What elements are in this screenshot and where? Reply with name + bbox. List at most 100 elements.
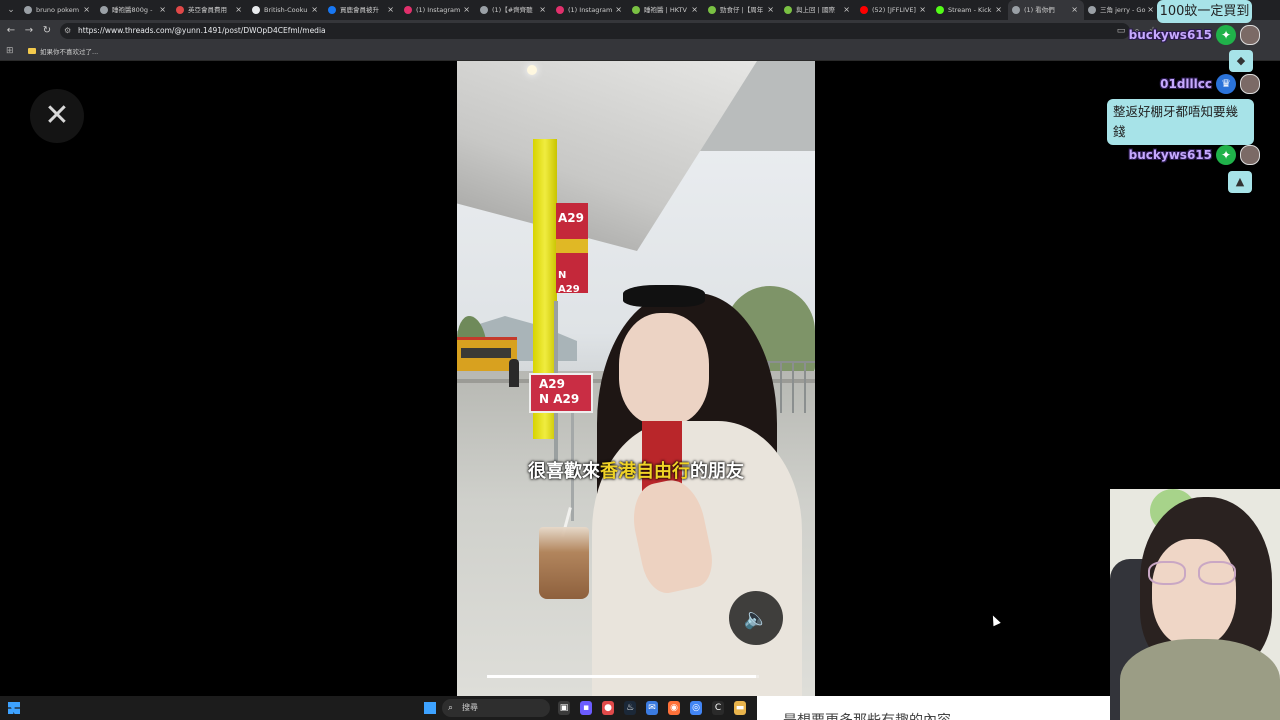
browser-tab[interactable]: (1) 看你們 ×	[1008, 0, 1084, 20]
tab-close-icon[interactable]: ×	[919, 0, 926, 20]
tab-close-icon[interactable]: ×	[159, 0, 166, 20]
tab-close-icon[interactable]: ×	[311, 0, 318, 20]
windows-start-icon[interactable]	[8, 702, 20, 714]
crown-badge-icon: ♛	[1216, 74, 1236, 94]
folder-icon	[28, 48, 36, 54]
browser-tab[interactable]: 睡袍醬 | HKTV ×	[628, 0, 704, 20]
tab-close-icon[interactable]: ×	[1071, 0, 1078, 20]
video-scene-drink-cup	[539, 527, 589, 599]
reload-icon[interactable]: ↻	[40, 24, 54, 38]
browser-tab[interactable]: (1) Instagram ×	[552, 0, 628, 20]
close-icon[interactable]: ✕	[30, 89, 84, 143]
tab-favicon-icon	[632, 6, 640, 14]
cast-icon[interactable]: ▭	[1114, 24, 1128, 38]
tab-title: 睡袍醬 | HKTV	[644, 6, 687, 14]
chat-user-row: buckyws615 ✦	[1128, 25, 1260, 45]
sign-route: A29	[539, 377, 565, 391]
tab-title: 英亞會員費用	[188, 6, 227, 14]
tab-close-icon[interactable]: ×	[691, 0, 698, 20]
bookmark-label: 如果你不喜欢过了...	[40, 48, 99, 56]
task-view-icon[interactable]: ▣	[558, 701, 570, 715]
browser-tab[interactable]: (1)【#齊齊聽 ×	[476, 0, 552, 20]
tab-title: 睡袍醬800g -	[112, 6, 153, 14]
tab-favicon-icon	[404, 6, 412, 14]
tab-title: British-Cooku	[264, 6, 308, 14]
browser-toolbar: ← → ↻ ⚙ https://www.threads.com/@yunn.14…	[0, 20, 1280, 42]
video-scene-lamp	[527, 65, 537, 75]
video-caption: 很喜歡來香港自由行的朋友	[457, 457, 815, 483]
tab-search-icon[interactable]: ⌄	[4, 3, 18, 17]
browser-tab[interactable]: 睡袍醬800g - ×	[96, 0, 172, 20]
bus-stop-sign-low: A29 N A29	[529, 373, 593, 413]
url-text[interactable]: https://www.threads.com/@yunn.1491/post/…	[78, 23, 326, 39]
tab-favicon-icon	[252, 6, 260, 14]
windows-start-icon[interactable]	[424, 702, 436, 714]
file-explorer-icon[interactable]: ▬	[734, 701, 746, 715]
tab-favicon-icon	[176, 6, 184, 14]
app-icon[interactable]: C	[712, 701, 724, 715]
video-progress-fill	[487, 675, 757, 678]
taskbar-search[interactable]: ⌕ 搜尋	[442, 699, 550, 717]
tab-title: (1) Instagram	[568, 6, 613, 14]
video-progress-bar[interactable]	[487, 675, 759, 678]
emote-icon: ◆	[1229, 50, 1253, 72]
tab-favicon-icon	[708, 6, 716, 14]
tab-close-icon[interactable]: ×	[615, 0, 622, 20]
mail-icon[interactable]: ✉	[646, 701, 658, 715]
webcam-face	[1152, 539, 1236, 647]
chat-username: 01dlllcc	[1160, 77, 1212, 91]
emote-icon: ▲	[1228, 171, 1252, 193]
steam-icon[interactable]: ♨	[624, 701, 636, 715]
back-icon[interactable]: ←	[4, 24, 18, 38]
tab-close-icon[interactable]: ×	[83, 0, 90, 20]
tab-favicon-icon	[860, 6, 868, 14]
tab-close-icon[interactable]: ×	[767, 0, 774, 20]
bus-stop-sign: A29 N A29	[556, 203, 588, 295]
webcam-overlay	[1110, 489, 1280, 720]
firefox-icon[interactable]: ◉	[668, 701, 680, 715]
browser-tab[interactable]: 三角 jerry - Go ×	[1084, 0, 1160, 20]
tab-title: Stream - Kick	[948, 6, 992, 14]
chrome-icon[interactable]: ◎	[690, 701, 702, 715]
video-player[interactable]: A29 N A29 A29 N A29 很喜歡來香港自由行的朋友 🔈	[457, 61, 815, 696]
tab-favicon-icon	[1088, 6, 1096, 14]
tab-title: 買鹿會員被升	[340, 6, 379, 14]
app-icon[interactable]: ●	[602, 701, 614, 715]
tab-favicon-icon	[936, 6, 944, 14]
tab-close-icon[interactable]: ×	[463, 0, 470, 20]
tab-close-icon[interactable]: ×	[235, 0, 242, 20]
taskbar: ⌕ 搜尋 ▣ ▪ ● ♨ ✉ ◉ ◎ C ▬	[0, 696, 757, 720]
tab-title: (1) Instagram	[416, 6, 461, 14]
browser-tab[interactable]: bruno pokem ×	[20, 0, 96, 20]
address-bar[interactable]: ⚙ https://www.threads.com/@yunn.1491/pos…	[60, 23, 1130, 39]
tab-close-icon[interactable]: ×	[387, 0, 394, 20]
subtitle-strip: 是想要更多那些有趣的內容	[757, 696, 1110, 720]
browser-tab[interactable]: 與上回 | 國際 ×	[780, 0, 856, 20]
browser-tab[interactable]: (52) [JFFLIVE] ×	[856, 0, 932, 20]
browser-tab[interactable]: Stream - Kick ×	[932, 0, 1008, 20]
apps-grid-icon[interactable]: ⊞	[6, 45, 14, 57]
forward-icon[interactable]: →	[22, 24, 36, 38]
browser-tab[interactable]: British-Cooku ×	[248, 0, 324, 20]
tab-close-icon[interactable]: ×	[1147, 0, 1154, 20]
tab-favicon-icon	[24, 6, 32, 14]
avatar	[1240, 25, 1260, 45]
video-scene-pedestrian	[509, 359, 519, 387]
bookmark-folder[interactable]: 如果你不喜欢过了...	[28, 45, 98, 57]
tab-favicon-icon	[556, 6, 564, 14]
volume-icon[interactable]: 🔈	[729, 591, 783, 645]
browser-tab[interactable]: 勁食仔 |【周年 ×	[704, 0, 780, 20]
bookmarks-bar: ⊞ 如果你不喜欢过了...	[0, 42, 1280, 61]
browser-tab[interactable]: 英亞會員費用 ×	[172, 0, 248, 20]
browser-tab[interactable]: 買鹿會員被升 ×	[324, 0, 400, 20]
tab-favicon-icon	[784, 6, 792, 14]
chat-username: buckyws615	[1128, 28, 1212, 42]
tab-close-icon[interactable]: ×	[995, 0, 1002, 20]
video-person-sunglasses	[623, 285, 705, 307]
tab-close-icon[interactable]: ×	[843, 0, 850, 20]
tab-close-icon[interactable]: ×	[539, 0, 546, 20]
teams-icon[interactable]: ▪	[580, 701, 592, 715]
browser-tab[interactable]: (1) Instagram ×	[400, 0, 476, 20]
site-info-icon[interactable]: ⚙	[64, 26, 71, 36]
sign-route: A29	[558, 211, 584, 225]
